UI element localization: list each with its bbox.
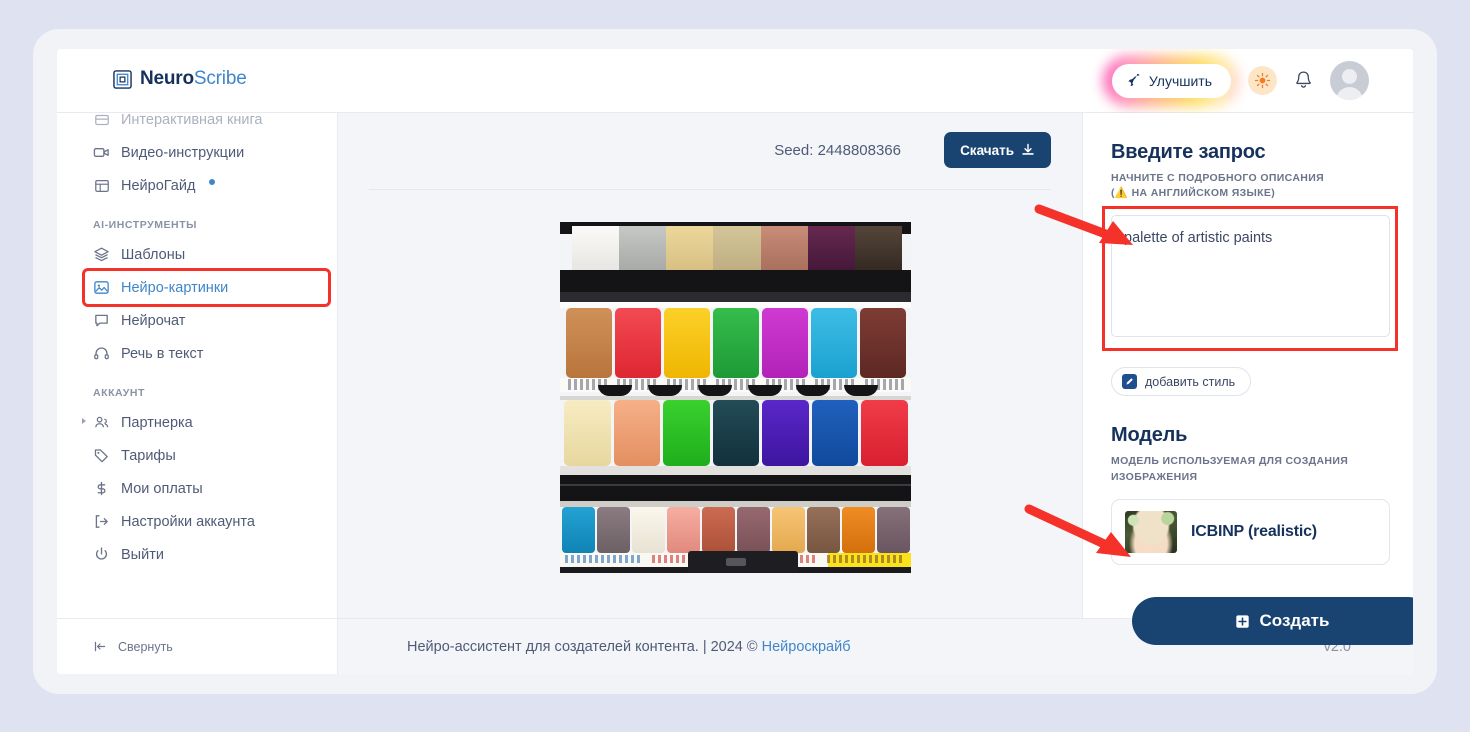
create-button[interactable]: Создать xyxy=(1132,597,1413,645)
new-badge-dot xyxy=(209,179,216,185)
sidebar-section-ai-tools: AI-ИНСТРУМЕНТЫ xyxy=(93,219,197,231)
footer-description: Нейро-ассистент для создателей контента.… xyxy=(407,638,762,655)
seed-label: Seed: 2448808366 xyxy=(774,142,901,159)
table-grid-icon xyxy=(93,177,110,194)
toolbar-divider xyxy=(369,189,1051,190)
plus-square-icon xyxy=(1235,614,1249,628)
sidebar-scroll-area[interactable]: Интерактивная книга Видео-инструкции Ней… xyxy=(57,113,338,618)
prompt-subtitle: НАЧНИТЕ С ПОДРОБНОГО ОПИСАНИЯ (⚠️ НА АНГ… xyxy=(1111,171,1389,201)
headphones-icon xyxy=(93,345,110,362)
sidebar-item-label: Шаблоны xyxy=(121,246,186,263)
main-toolbar: Seed: 2448808366 Скачать xyxy=(338,113,1082,189)
brand-name-light: Scribe xyxy=(193,68,247,89)
sidebar: Интерактивная книга Видео-инструкции Ней… xyxy=(57,113,338,674)
video-camera-icon xyxy=(93,144,110,161)
sidebar-item-label: Настройки аккаунта xyxy=(121,513,255,530)
prompt-subtitle-line1: НАЧНИТЕ С ПОДРОБНОГО ОПИСАНИЯ xyxy=(1111,172,1324,184)
footer-text: Нейро-ассистент для создателей контента.… xyxy=(407,639,851,655)
users-icon xyxy=(93,414,110,431)
app-window-card: NeuroScribe Улучшить Интерактивная книга… xyxy=(33,29,1437,694)
login-arrow-icon xyxy=(93,513,110,530)
model-preview-thumbnail xyxy=(1125,510,1177,553)
sidebar-item-tariffs[interactable]: Тарифы xyxy=(93,439,316,472)
sidebar-collapse-label: Свернуть xyxy=(118,639,173,654)
model-heading: Модель xyxy=(1111,424,1188,447)
sidebar-item-speech-to-text[interactable]: Речь в текст xyxy=(93,337,316,370)
improve-button[interactable]: Улучшить xyxy=(1111,63,1231,98)
model-block: Модель МОДЕЛЬ ИСПОЛЬЗУЕМАЯ ДЛЯ СОЗДАНИЯ … xyxy=(1111,424,1390,565)
sidebar-item-label: Видео-инструкции xyxy=(121,144,245,161)
add-style-button[interactable]: добавить стиль xyxy=(1111,367,1252,397)
layers-icon xyxy=(93,246,110,263)
image-icon xyxy=(93,279,110,296)
model-subtitle: МОДЕЛЬ ИСПОЛЬЗУЕМАЯ ДЛЯ СОЗДАНИЯ ИЗОБРАЖ… xyxy=(1111,455,1349,483)
model-name-label: ICBINP (realistic) xyxy=(1191,522,1317,540)
sidebar-item-label: Интерактивная книга xyxy=(121,113,263,128)
sidebar-item-label: Нейрочат xyxy=(121,312,186,329)
download-button[interactable]: Скачать xyxy=(944,132,1051,168)
sidebar-item-label: Тарифы xyxy=(121,447,176,464)
sidebar-item-my-payments[interactable]: Мои оплаты xyxy=(93,472,316,505)
sidebar-item-video-instructions[interactable]: Видео-инструкции xyxy=(93,136,316,169)
nested-squares-icon xyxy=(113,69,132,89)
avatar[interactable] xyxy=(1330,61,1369,100)
sidebar-item-label: Выйти xyxy=(121,546,164,563)
sun-icon xyxy=(1254,72,1271,89)
app-header: NeuroScribe Улучшить xyxy=(57,49,1413,113)
prompt-subtitle-line2: НА АНГЛИЙСКОМ ЯЗЫКЕ) xyxy=(1131,187,1276,200)
sidebar-item-label: Нейро-картинки xyxy=(121,279,229,296)
app-inner-surface: NeuroScribe Улучшить Интерактивная книга… xyxy=(57,49,1413,674)
sidebar-item-partner[interactable]: Партнерка xyxy=(82,406,316,439)
sidebar-item-neuro-pictures[interactable]: Нейро-картинки xyxy=(82,268,331,307)
notifications-button[interactable] xyxy=(1294,70,1313,91)
collapse-left-icon xyxy=(94,641,106,652)
tag-icon xyxy=(93,447,110,464)
pencil-square-icon xyxy=(1122,374,1137,390)
header-actions: Улучшить xyxy=(1102,54,1369,107)
sidebar-section-account: АККАУНТ xyxy=(93,387,145,399)
improve-label: Улучшить xyxy=(1148,72,1212,89)
main-content: Seed: 2448808366 Скачать xyxy=(338,113,1082,618)
footer-brand-link[interactable]: Нейроскрайб xyxy=(762,639,851,655)
rocket-icon xyxy=(1128,73,1140,86)
sidebar-item-neurochat[interactable]: Нейрочат xyxy=(93,304,316,337)
brand-name-bold: Neuro xyxy=(140,68,194,89)
sidebar-collapse-button[interactable]: Свернуть xyxy=(57,618,338,674)
generated-image[interactable] xyxy=(560,222,911,573)
sidebar-item-neuroguide[interactable]: НейроГайд xyxy=(93,169,316,202)
expand-caret-icon xyxy=(82,418,86,424)
palette-photo xyxy=(560,222,911,573)
dollar-icon xyxy=(93,480,110,497)
improve-button-wrapper: Улучшить xyxy=(1102,54,1240,107)
sidebar-item-account-settings[interactable]: Настройки аккаунта xyxy=(93,505,316,538)
warning-triangle-icon: ⚠️ xyxy=(1114,187,1129,200)
book-icon xyxy=(93,113,110,128)
prompt-heading: Введите запрос xyxy=(1111,141,1266,163)
sidebar-item-label: Мои оплаты xyxy=(121,480,203,497)
add-style-label: добавить стиль xyxy=(1145,374,1236,389)
power-icon xyxy=(93,546,110,563)
download-button-label: Скачать xyxy=(960,142,1014,158)
brand-logo[interactable]: NeuroScribe xyxy=(113,68,247,90)
prompt-input[interactable] xyxy=(1111,215,1390,338)
create-button-label: Создать xyxy=(1259,611,1330,630)
sidebar-item-logout[interactable]: Выйти xyxy=(93,538,316,571)
chat-bubble-icon xyxy=(93,312,110,329)
prompt-input-wrapper xyxy=(1102,206,1398,352)
bell-icon xyxy=(1296,71,1311,88)
theme-toggle-button[interactable] xyxy=(1248,66,1277,95)
sidebar-item-label: НейроГайд xyxy=(121,177,196,194)
download-icon xyxy=(1022,143,1034,155)
sidebar-item-templates[interactable]: Шаблоны xyxy=(93,238,316,271)
right-panel: Введите запрос НАЧНИТЕ С ПОДРОБНОГО ОПИС… xyxy=(1082,113,1413,618)
sidebar-item-interactive-book[interactable]: Интерактивная книга xyxy=(93,113,316,136)
sidebar-item-label: Речь в текст xyxy=(121,345,204,362)
model-card-selected[interactable]: ICBINP (realistic) xyxy=(1111,498,1390,565)
sidebar-item-label: Партнерка xyxy=(121,414,193,431)
